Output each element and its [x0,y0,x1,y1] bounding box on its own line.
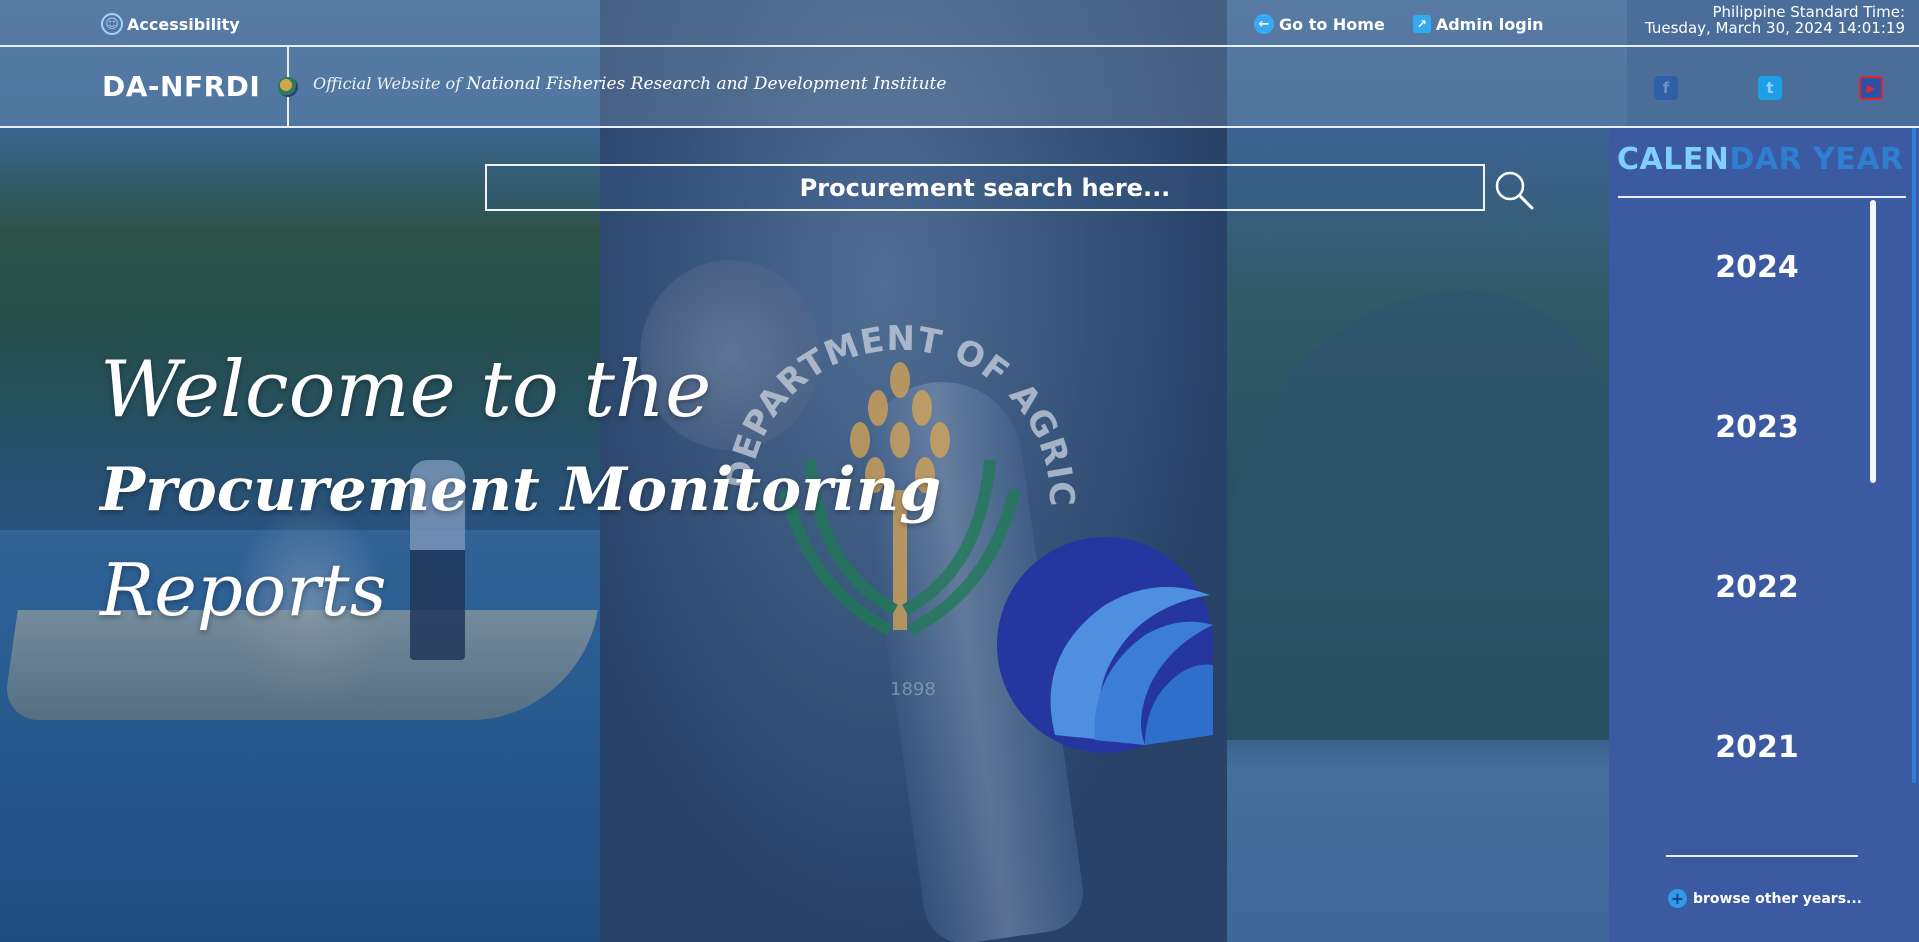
arrow-left-circle-icon: ← [1254,14,1274,34]
year-2024-link[interactable]: 2024 [1609,250,1905,285]
browse-label: browse other years... [1693,890,1862,907]
welcome-line-2: Procurement Monitoring [100,455,942,525]
welcome-heading: Welcome to the Procurement Monitoring Re… [100,340,941,640]
year-2023-link[interactable]: 2023 [1609,410,1905,445]
year-2022-link[interactable]: 2022 [1609,570,1905,605]
year-2021-link[interactable]: 2021 [1609,730,1905,765]
year-list-scrollbar[interactable] [1870,200,1876,483]
facebook-icon[interactable]: f [1654,76,1678,100]
calendar-year-title: CALENDAR YEAR [1617,142,1904,177]
sidebar-edge [1912,128,1916,783]
welcome-line-3: Reports [100,548,387,632]
top-bar: ☺ Accessibility ← Go to Home ↗ Admin log… [0,0,1919,47]
standard-time-display: Philippine Standard Time: Tuesday, March… [1645,4,1905,36]
plus-circle-icon: + [1668,889,1687,908]
footer-divider [1666,855,1858,857]
accessibility-label: Accessibility [127,14,240,34]
admin-login-link[interactable]: ↗ Admin login [1412,14,1544,34]
go-home-link[interactable]: ← Go to Home [1254,14,1385,34]
accessibility-button[interactable]: ☺ Accessibility [101,13,240,35]
standard-time-label: Philippine Standard Time: [1712,3,1905,21]
go-home-label: Go to Home [1279,14,1385,34]
browse-other-years-link[interactable]: + browse other years... [1668,889,1862,908]
tagline-name: National Fisheries Research and Developm… [466,74,947,94]
search-icon[interactable] [1492,168,1536,212]
nfrdi-logo [997,537,1213,753]
top-links: ← Go to Home ↗ Admin login [1254,14,1544,34]
seal-icon [278,77,298,97]
standard-time-value: Tuesday, March 30, 2024 14:01:19 [1645,19,1905,37]
external-link-icon: ↗ [1412,15,1431,33]
accessibility-icon: ☺ [101,13,123,35]
youtube-icon[interactable]: ▶ [1859,76,1883,100]
svg-text:1898: 1898 [890,679,936,700]
site-tagline: Official Website of National Fisheries R… [313,74,946,94]
site-header: DA-NFRDI Official Website of National Fi… [0,47,1919,128]
twitter-icon[interactable]: t [1758,76,1782,100]
site-brand[interactable]: DA-NFRDI [102,70,260,103]
admin-login-label: Admin login [1435,14,1544,34]
tagline-prefix: Official Website of [313,74,462,93]
welcome-line-1: Welcome to the [100,345,712,435]
procurement-search-input[interactable] [485,164,1485,211]
title-divider [1618,196,1906,198]
